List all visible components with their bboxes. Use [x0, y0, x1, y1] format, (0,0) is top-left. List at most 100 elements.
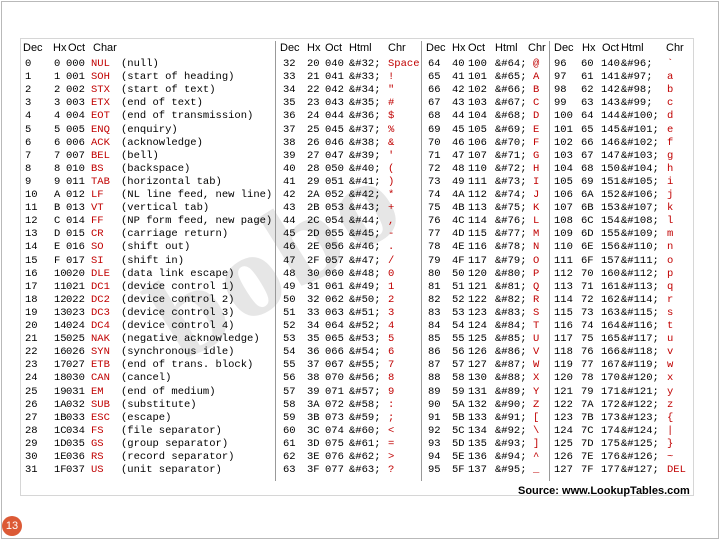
dec-cell: 65: [428, 71, 441, 84]
oct-cell: 052: [325, 189, 344, 201]
html-cell: &#67;: [495, 97, 527, 110]
dec-cell: 125: [554, 437, 573, 450]
oct-cell: 150: [601, 162, 620, 175]
dec-cell: 14: [25, 241, 38, 254]
hex-cell: 5E: [452, 451, 465, 463]
oct-cell: 037: [66, 464, 85, 477]
chr-cell: ): [388, 175, 395, 188]
html-cell: &#117;: [621, 333, 659, 346]
html-cell: &#40;: [349, 162, 381, 175]
char-cell: ESC: [91, 411, 110, 424]
chr-cell: a: [667, 71, 674, 84]
html-cell: &#50;: [349, 293, 381, 306]
description-cell: (group separator): [121, 437, 229, 450]
char-cell: LF: [91, 189, 104, 201]
oct-cell: 033: [66, 411, 85, 424]
hex-cell: 27: [307, 149, 320, 162]
hex-cell: 1E: [54, 451, 67, 463]
dec-cell: 101: [554, 123, 573, 136]
oct-cell: 167: [601, 359, 620, 372]
chr-cell: u: [667, 333, 674, 346]
dec-cell: 20: [25, 320, 38, 332]
description-cell: (start of text): [121, 84, 216, 97]
dec-cell: 109: [554, 228, 573, 241]
description-cell: (end of medium): [121, 385, 216, 398]
html-cell: &#76;: [495, 215, 527, 228]
dec-cell: 47: [283, 254, 296, 267]
char-cell: ETX: [91, 97, 110, 110]
char-cell: US: [91, 464, 104, 477]
hex-cell: 2A: [307, 189, 320, 201]
chr-cell: R: [533, 293, 540, 306]
hex-cell: 26: [307, 136, 320, 149]
hex-cell: 4: [54, 110, 61, 123]
html-cell: &#113;: [621, 280, 659, 293]
hex-cell: 50: [452, 267, 465, 280]
char-cell: GS: [91, 437, 104, 450]
html-cell: &#101;: [621, 123, 659, 136]
chr-cell: Y: [533, 385, 540, 398]
html-cell: &#60;: [349, 424, 381, 437]
html-cell: &#85;: [495, 333, 527, 346]
oct-cell: 135: [468, 437, 487, 450]
html-cell: &#72;: [495, 162, 527, 175]
chr-cell: x: [667, 372, 674, 385]
oct-cell: 067: [325, 359, 344, 372]
dec-cell: 86: [428, 346, 441, 359]
hex-cell: 18: [54, 372, 67, 385]
dec-cell: 122: [554, 398, 573, 411]
dec-cell: 5: [25, 123, 32, 136]
chr-cell: %: [388, 123, 395, 136]
chr-cell: T: [533, 320, 540, 332]
html-cell: &#68;: [495, 110, 527, 123]
oct-cell: 110: [468, 162, 487, 175]
hex-cell: 25: [307, 123, 320, 136]
oct-cell: 013: [66, 202, 85, 215]
hex-cell: 4E: [452, 241, 465, 254]
chr-cell: .: [388, 241, 395, 254]
dec-cell: 46: [283, 241, 296, 254]
oct-cell: 074: [325, 424, 344, 437]
oct-cell: 137: [468, 464, 487, 477]
hex-cell: 5C: [452, 424, 465, 437]
chr-cell: ": [388, 84, 395, 97]
dec-cell: 43: [283, 202, 296, 215]
description-cell: (acknowledge): [121, 136, 203, 149]
oct-cell: 134: [468, 424, 487, 437]
oct-cell: 032: [66, 398, 85, 411]
chr-cell: _: [533, 464, 540, 477]
hex-cell: 37: [307, 359, 320, 372]
html-cell: &#125;: [621, 437, 659, 450]
oct-cell: 104: [468, 110, 487, 123]
oct-cell: 035: [66, 437, 85, 450]
hex-cell: 36: [307, 346, 320, 359]
oct-cell: 113: [468, 202, 487, 215]
dec-cell: 27: [25, 411, 38, 424]
chr-cell: X: [533, 372, 540, 385]
html-cell: &#73;: [495, 175, 527, 188]
oct-cell: 020: [66, 267, 85, 280]
description-cell: (device control 4): [121, 320, 235, 332]
hex-cell: 49: [452, 175, 465, 188]
dec-cell: 83: [428, 306, 441, 319]
description-cell: (unit separator): [121, 464, 222, 477]
oct-cell: 003: [66, 97, 85, 110]
hex-cell: 2C: [307, 215, 320, 228]
hex-cell: 0: [54, 58, 61, 70]
html-cell: &#80;: [495, 267, 527, 280]
char-cell: SOH: [91, 71, 110, 84]
html-cell: &#81;: [495, 280, 527, 293]
html-cell: &#46;: [349, 241, 381, 254]
hex-cell: 1: [54, 71, 61, 84]
hex-cell: 54: [452, 320, 465, 332]
html-cell: &#126;: [621, 451, 659, 463]
html-cell: &#108;: [621, 215, 659, 228]
chr-cell: 7: [388, 359, 395, 372]
chr-cell: b: [667, 84, 674, 97]
description-cell: (start of heading): [121, 71, 235, 84]
chr-cell: r: [667, 293, 674, 306]
html-cell: &#100;: [621, 110, 659, 123]
html-cell: &#34;: [349, 84, 381, 97]
chr-cell: -: [388, 228, 395, 241]
hex-cell: 17: [54, 359, 67, 372]
